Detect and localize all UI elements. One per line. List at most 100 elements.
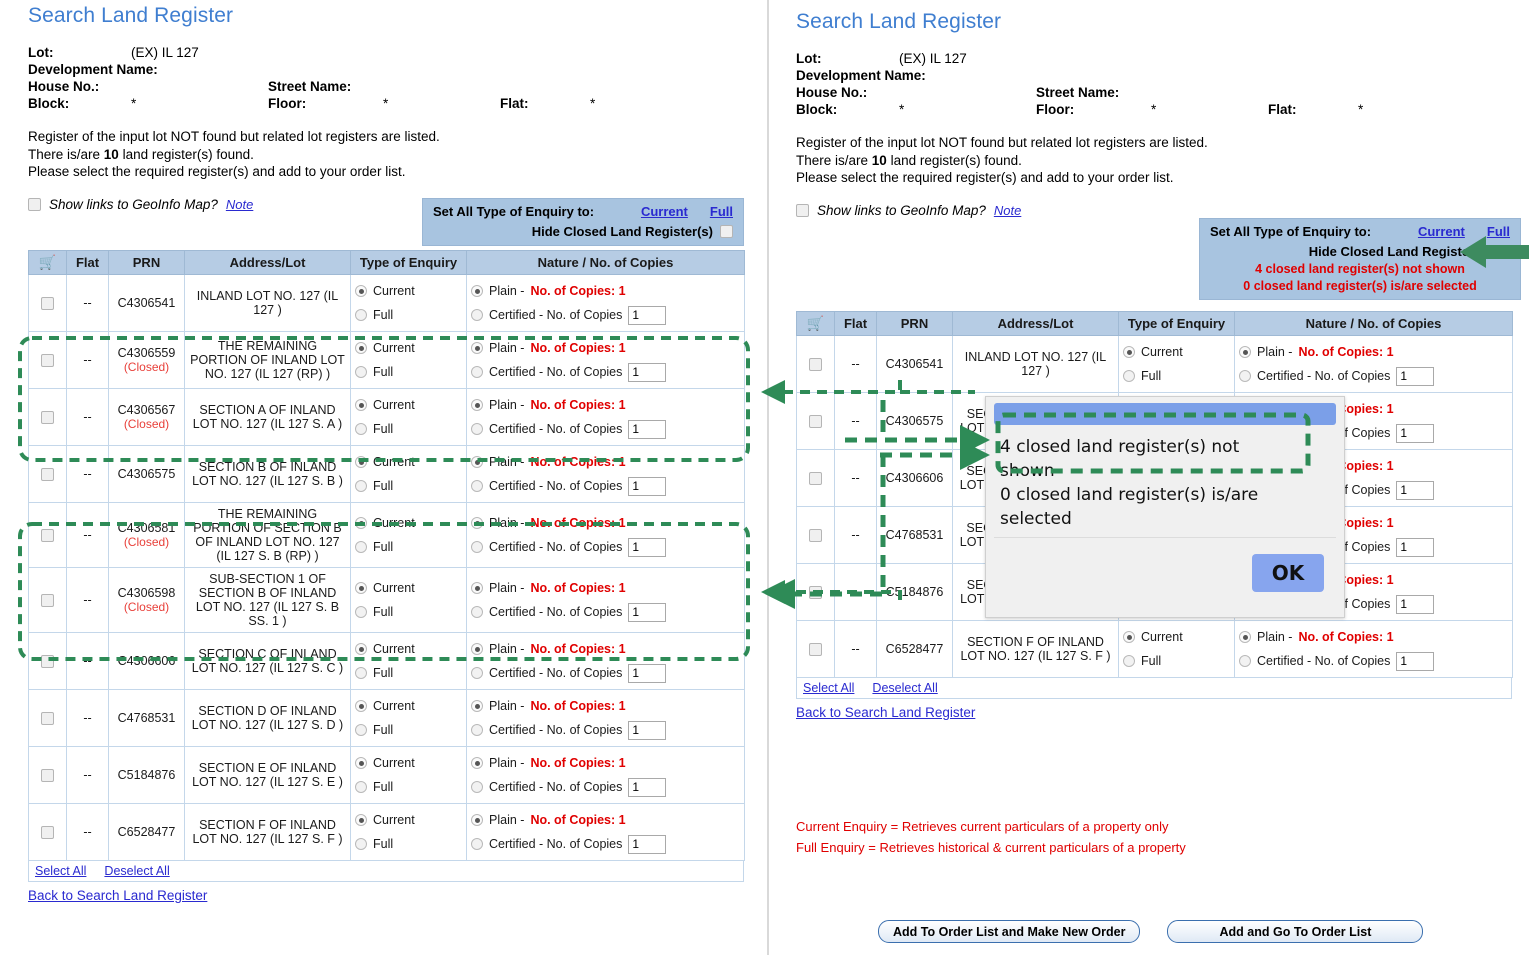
row-select-checkbox[interactable] — [41, 655, 54, 669]
radio-full[interactable] — [1123, 655, 1135, 667]
dialog-ok-button[interactable]: OK — [1252, 554, 1324, 592]
certified-copies-input[interactable] — [628, 663, 667, 683]
certified-copies-input[interactable] — [628, 419, 667, 439]
geoinfo-checkbox-right[interactable] — [796, 203, 809, 217]
row-select-checkbox[interactable] — [809, 529, 822, 543]
radio-certified[interactable] — [471, 606, 483, 618]
add-to-order-list-new-order-button[interactable]: Add To Order List and Make New Order — [878, 920, 1141, 943]
radio-certified[interactable] — [471, 838, 483, 850]
set-all-full-link[interactable]: Full — [710, 204, 733, 219]
set-all-current-link-right[interactable]: Current — [1418, 224, 1465, 239]
certified-copies-input[interactable] — [1396, 594, 1435, 614]
back-to-search-link[interactable]: Back to Search Land Register — [28, 888, 207, 903]
radio-full[interactable] — [355, 309, 367, 321]
hide-closed-checkbox-right[interactable] — [1497, 243, 1510, 258]
certified-copies-input[interactable] — [1396, 537, 1435, 557]
radio-plain[interactable] — [471, 643, 483, 655]
row-select-checkbox[interactable] — [809, 643, 822, 657]
row-select-checkbox[interactable] — [41, 297, 54, 311]
add-and-go-to-order-list-button[interactable]: Add and Go To Order List — [1167, 920, 1424, 943]
select-all-link-right[interactable]: Select All — [803, 681, 854, 695]
radio-plain[interactable] — [471, 456, 483, 468]
radio-full[interactable] — [355, 724, 367, 736]
row-select-checkbox[interactable] — [41, 468, 54, 482]
radio-current[interactable] — [355, 399, 367, 411]
radio-certified[interactable] — [471, 480, 483, 492]
radio-plain[interactable] — [471, 700, 483, 712]
radio-plain[interactable] — [471, 582, 483, 594]
radio-full[interactable] — [355, 606, 367, 618]
hide-closed-checkbox[interactable] — [720, 225, 733, 238]
radio-certified[interactable] — [471, 667, 483, 679]
certified-copies-input[interactable] — [628, 476, 667, 496]
radio-plain[interactable] — [1239, 346, 1251, 358]
radio-full[interactable] — [355, 838, 367, 850]
radio-full[interactable] — [355, 423, 367, 435]
row-select-checkbox[interactable] — [41, 769, 54, 783]
certified-copies-input[interactable] — [628, 537, 667, 557]
radio-plain[interactable] — [471, 285, 483, 297]
row-select-checkbox[interactable] — [41, 354, 54, 368]
radio-certified[interactable] — [471, 781, 483, 793]
radio-current[interactable] — [355, 582, 367, 594]
certified-copies-input[interactable] — [628, 720, 667, 740]
set-all-full-link-right[interactable]: Full — [1487, 224, 1510, 239]
row-select-checkbox[interactable] — [809, 358, 822, 372]
radio-certified[interactable] — [471, 541, 483, 553]
back-to-search-link-right[interactable]: Back to Search Land Register — [796, 705, 975, 720]
radio-current[interactable] — [355, 342, 367, 354]
radio-plain[interactable] — [471, 814, 483, 826]
radio-current[interactable] — [355, 700, 367, 712]
radio-certified[interactable] — [1239, 655, 1251, 667]
radio-certified[interactable] — [471, 366, 483, 378]
certified-copies-input[interactable] — [628, 305, 667, 325]
radio-plain[interactable] — [1239, 631, 1251, 643]
certified-copies-input[interactable] — [1396, 366, 1435, 386]
radio-current[interactable] — [355, 456, 367, 468]
radio-plain[interactable] — [471, 757, 483, 769]
certified-copies-input[interactable] — [1396, 651, 1435, 671]
row-select-checkbox[interactable] — [809, 472, 822, 486]
certified-copies-input[interactable] — [628, 602, 667, 622]
radio-current[interactable] — [1123, 631, 1135, 643]
certified-copies-input[interactable] — [628, 362, 667, 382]
row-prn: C5184876 — [108, 746, 185, 804]
radio-current[interactable] — [355, 517, 367, 529]
row-select-checkbox[interactable] — [41, 826, 54, 840]
certified-copies-input[interactable] — [628, 777, 667, 797]
row-select-checkbox[interactable] — [41, 712, 54, 726]
radio-certified[interactable] — [1239, 370, 1251, 382]
row-select-checkbox[interactable] — [41, 594, 54, 608]
row-select-checkbox[interactable] — [809, 415, 822, 429]
radio-full[interactable] — [355, 480, 367, 492]
certified-copies-input[interactable] — [1396, 480, 1435, 500]
radio-full[interactable] — [355, 781, 367, 793]
select-all-link[interactable]: Select All — [35, 864, 86, 878]
certified-copies-input[interactable] — [1396, 423, 1435, 443]
set-all-current-link[interactable]: Current — [641, 204, 688, 219]
row-select-checkbox[interactable] — [41, 529, 54, 543]
radio-certified[interactable] — [471, 724, 483, 736]
deselect-all-link-right[interactable]: Deselect All — [872, 681, 937, 695]
deselect-all-link[interactable]: Deselect All — [104, 864, 169, 878]
radio-full[interactable] — [355, 667, 367, 679]
radio-current[interactable] — [355, 814, 367, 826]
radio-current[interactable] — [355, 757, 367, 769]
radio-certified[interactable] — [471, 423, 483, 435]
geoinfo-note-link-right[interactable]: Note — [994, 203, 1021, 218]
radio-full[interactable] — [355, 366, 367, 378]
radio-certified[interactable] — [471, 309, 483, 321]
radio-plain[interactable] — [471, 342, 483, 354]
radio-full[interactable] — [355, 541, 367, 553]
certified-copies-input[interactable] — [628, 834, 667, 854]
row-select-checkbox[interactable] — [809, 586, 822, 600]
radio-current[interactable] — [355, 285, 367, 297]
radio-plain[interactable] — [471, 517, 483, 529]
row-select-checkbox[interactable] — [41, 411, 54, 425]
radio-plain[interactable] — [471, 399, 483, 411]
radio-current[interactable] — [355, 643, 367, 655]
geoinfo-checkbox[interactable] — [28, 197, 41, 211]
geoinfo-note-link[interactable]: Note — [226, 197, 253, 212]
radio-current[interactable] — [1123, 346, 1135, 358]
radio-full[interactable] — [1123, 370, 1135, 382]
